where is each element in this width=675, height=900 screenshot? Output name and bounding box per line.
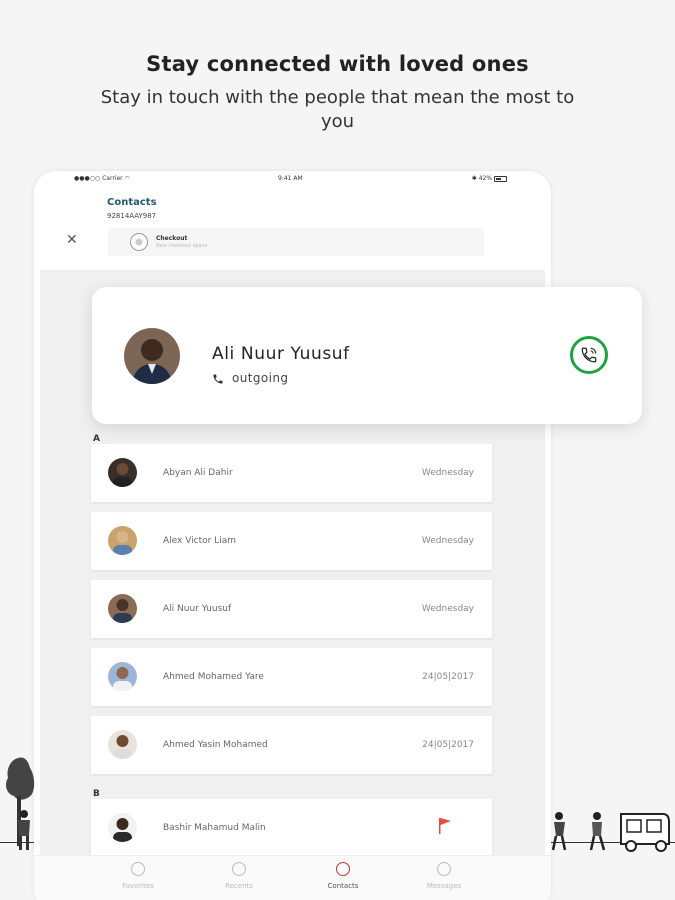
section-letter-b: B — [93, 789, 100, 799]
avatar — [108, 730, 137, 759]
contact-row[interactable]: Ahmed Mohamed Yare 24|05|2017 — [91, 648, 492, 706]
contact-name: Ali Nuur Yuusuf — [163, 604, 232, 614]
tab-favorites[interactable]: Favorites — [108, 862, 168, 890]
contacts-icon — [336, 862, 350, 876]
tab-contacts[interactable]: Contacts — [313, 862, 373, 890]
star-icon — [131, 862, 145, 876]
close-icon[interactable]: ✕ — [66, 233, 78, 247]
contact-row[interactable]: Ahmed Yasin Mohamed 24|05|2017 — [91, 716, 492, 774]
avatar — [108, 526, 137, 555]
contact-row[interactable]: Abyan Ali Dahir Wednesday — [91, 444, 492, 502]
phone-icon — [213, 374, 223, 383]
checkout-logo-icon — [130, 233, 148, 251]
message-icon — [437, 862, 451, 876]
battery-icon — [494, 175, 507, 182]
page-subtitle: 92814AAY987 — [107, 212, 157, 220]
headline: Stay connected with loved ones — [146, 52, 529, 76]
contact-date: 24|05|2017 — [422, 672, 474, 682]
contact-date: Wednesday — [421, 604, 474, 614]
contact-date: 24|05|2017 — [422, 740, 474, 750]
call-status: outgoing — [212, 371, 288, 385]
call-button[interactable] — [570, 336, 608, 374]
avatar — [124, 328, 180, 384]
avatar — [108, 813, 137, 842]
status-time: 9:41 AM — [278, 175, 303, 182]
checkout-title: Checkout — [156, 235, 188, 242]
avatar — [108, 662, 137, 691]
active-call-card[interactable]: Ali Nuur Yuusuf outgoing — [92, 287, 642, 424]
tab-bar: Favorites Recents Contacts Messages — [34, 855, 551, 900]
avatar — [108, 458, 137, 487]
clock-icon — [232, 862, 246, 876]
call-status-text: outgoing — [232, 371, 289, 385]
contact-name: Alex Victor Liam — [163, 536, 237, 546]
carrier-label: ●●●○○ Carrier ◠ — [74, 175, 130, 182]
section-letter-a: A — [93, 434, 100, 444]
street-scene-illustration — [551, 812, 670, 852]
checkout-bar[interactable]: Checkout New checkout space — [108, 228, 484, 256]
tab-label: Messages — [426, 882, 462, 890]
contact-row[interactable]: Ali Nuur Yuusuf Wednesday — [91, 580, 492, 638]
contact-name: Abyan Ali Dahir — [163, 468, 233, 478]
contact-name: Bashir Mahamud Malin — [163, 823, 266, 833]
phone-icon — [581, 347, 597, 363]
tab-messages[interactable]: Messages — [414, 862, 474, 890]
contact-date: Wednesday — [421, 536, 474, 546]
checkout-subtitle: New checkout space — [156, 243, 208, 249]
status-bar: ●●●○○ Carrier ◠ 9:41 AM ✱ 42% — [34, 175, 551, 185]
battery-indicator: ✱ 42% — [472, 175, 507, 182]
contact-name: Ahmed Mohamed Yare — [163, 672, 264, 682]
subline: Stay in touch with the people that mean … — [100, 87, 575, 132]
tab-label: Contacts — [327, 882, 359, 890]
flag-icon[interactable] — [438, 817, 452, 835]
contact-row[interactable]: Bashir Mahamud Malin — [91, 799, 492, 857]
tab-label: Favorites — [122, 882, 154, 890]
contact-row[interactable]: Alex Victor Liam Wednesday — [91, 512, 492, 570]
caller-name: Ali Nuur Yuusuf — [212, 344, 350, 364]
contact-date: Wednesday — [421, 468, 474, 478]
page-title: Contacts — [107, 197, 157, 208]
tablet-frame: ●●●○○ Carrier ◠ 9:41 AM ✱ 42% Contacts 9… — [34, 171, 551, 900]
contact-name: Ahmed Yasin Mohamed — [163, 740, 268, 750]
tab-label: Recents — [225, 882, 253, 890]
tree-person-illustration — [6, 757, 35, 850]
avatar — [108, 594, 137, 623]
tab-recents[interactable]: Recents — [209, 862, 269, 890]
